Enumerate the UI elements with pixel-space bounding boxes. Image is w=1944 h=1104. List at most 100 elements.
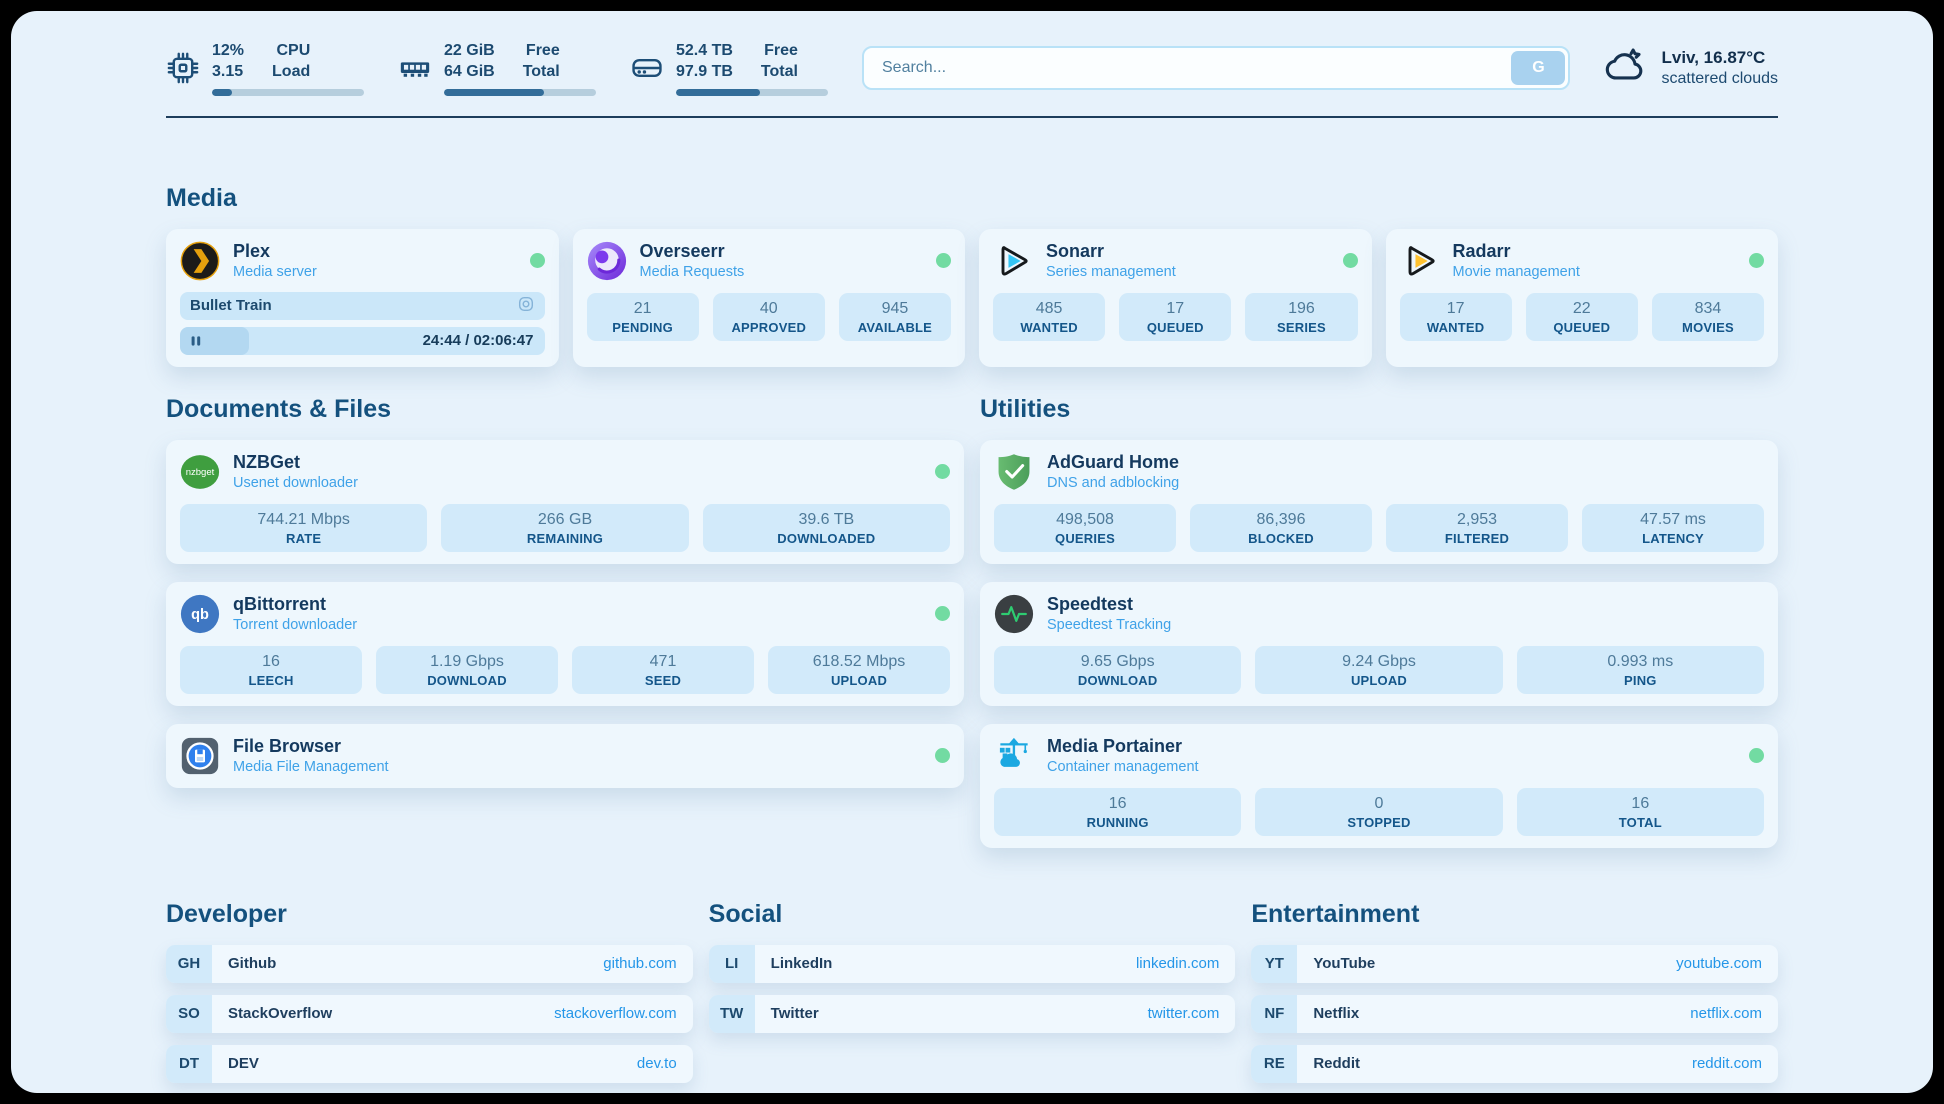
stat-label: SEED — [576, 673, 750, 688]
card-subtitle: Movie management — [1453, 264, 1580, 280]
link-linkedin[interactable]: LI LinkedIn linkedin.com — [709, 945, 1236, 983]
link-name: StackOverflow — [228, 1005, 332, 1022]
header-divider — [166, 116, 1778, 118]
cloud-icon — [1604, 44, 1648, 93]
stat-value: 16 — [998, 795, 1237, 813]
now-playing-bar[interactable]: Bullet Train — [180, 292, 545, 320]
stat-value: 47.57 ms — [1586, 511, 1760, 529]
memory-progress-bar — [444, 89, 596, 96]
stat-label: DOWNLOADED — [707, 531, 946, 546]
link-netflix[interactable]: NF Netflix netflix.com — [1251, 995, 1778, 1033]
stat-download: 1.19 Gbps DOWNLOAD — [376, 646, 558, 694]
card-title: NZBGet — [233, 452, 358, 473]
card-title: Media Portainer — [1047, 736, 1199, 757]
stat-value: 16 — [184, 653, 358, 671]
card-title: Overseerr — [640, 241, 745, 262]
disk-icon — [630, 51, 664, 85]
card-title: Radarr — [1453, 241, 1580, 262]
card-adguard[interactable]: AdGuard Home DNS and adblocking 498,508 … — [980, 440, 1778, 564]
filebrowser-icon — [180, 736, 220, 776]
card-title: Speedtest — [1047, 594, 1171, 615]
link-name: Github — [228, 955, 276, 972]
stat-filtered: 2,953 FILTERED — [1386, 504, 1568, 552]
link-abbr: DT — [166, 1045, 212, 1083]
link-dev[interactable]: DT DEV dev.to — [166, 1045, 693, 1083]
link-twitter[interactable]: TW Twitter twitter.com — [709, 995, 1236, 1033]
link-url: reddit.com — [1692, 1055, 1762, 1072]
disk-label-1: Free — [761, 41, 798, 62]
link-github[interactable]: GH Github github.com — [166, 945, 693, 983]
link-abbr: RE — [1251, 1045, 1297, 1083]
cpu-stat: 12%3.15 CPULoad — [166, 41, 364, 96]
stat-blocked: 86,396 BLOCKED — [1190, 504, 1372, 552]
weather-widget[interactable]: Lviv, 16.87°C scattered clouds — [1604, 44, 1778, 93]
card-filebrowser[interactable]: File Browser Media File Management — [166, 724, 964, 788]
card-subtitle: Torrent downloader — [233, 617, 357, 633]
link-name: DEV — [228, 1055, 259, 1072]
link-stackoverflow[interactable]: SO StackOverflow stackoverflow.com — [166, 995, 693, 1033]
card-subtitle: Series management — [1046, 264, 1176, 280]
section-title-documents: Documents & Files — [166, 395, 964, 424]
pause-icon[interactable] — [189, 334, 203, 348]
memory-label-1: Free — [523, 41, 560, 62]
card-radarr[interactable]: Radarr Movie management 17 WANTED 22 QUE… — [1386, 229, 1779, 367]
stat-label: REMAINING — [445, 531, 684, 546]
radarr-icon — [1400, 241, 1440, 281]
adguard-icon — [994, 452, 1034, 492]
stat-queued: 17 QUEUED — [1119, 293, 1231, 341]
stat-rate: 744.21 Mbps RATE — [180, 504, 427, 552]
speedtest-icon — [994, 594, 1034, 634]
section-title-utilities: Utilities — [980, 395, 1778, 424]
status-dot — [1343, 253, 1358, 268]
link-name: LinkedIn — [771, 955, 833, 972]
stat-series: 196 SERIES — [1245, 293, 1357, 341]
stat-label: BLOCKED — [1194, 531, 1368, 546]
cpu-icon — [166, 51, 200, 85]
playback-time: 24:44 / 02:06:47 — [423, 332, 534, 349]
playback-progress[interactable]: 24:44 / 02:06:47 — [180, 327, 545, 355]
card-title: Plex — [233, 241, 317, 262]
link-abbr: TW — [709, 995, 755, 1033]
stat-value: 0 — [1259, 795, 1498, 813]
stat-label: RATE — [184, 531, 423, 546]
status-dot — [1749, 253, 1764, 268]
stat-wanted: 17 WANTED — [1400, 293, 1512, 341]
cpu-label-2: Load — [272, 62, 310, 83]
session-icon[interactable] — [517, 295, 535, 317]
stat-value: 86,396 — [1194, 511, 1368, 529]
link-abbr: LI — [709, 945, 755, 983]
stat-value: 2,953 — [1390, 511, 1564, 529]
stat-label: DOWNLOAD — [380, 673, 554, 688]
stat-label: PING — [1521, 673, 1760, 688]
link-abbr: YT — [1251, 945, 1297, 983]
search-input[interactable] — [862, 46, 1570, 90]
link-youtube[interactable]: YT YouTube youtube.com — [1251, 945, 1778, 983]
link-name: Twitter — [771, 1005, 819, 1022]
card-portainer[interactable]: Media Portainer Container management 16 … — [980, 724, 1778, 848]
stat-label: UPLOAD — [772, 673, 946, 688]
card-plex[interactable]: Plex Media server Bullet Train 24:44 — [166, 229, 559, 367]
stat-upload: 9.24 Gbps UPLOAD — [1255, 646, 1502, 694]
section-title-developer: Developer — [166, 900, 693, 929]
card-subtitle: Speedtest Tracking — [1047, 617, 1171, 633]
link-url: twitter.com — [1148, 1005, 1220, 1022]
link-url: youtube.com — [1676, 955, 1762, 972]
card-qbittorrent[interactable]: qb qBittorrent Torrent downloader 16 LEE… — [166, 582, 964, 706]
search-engine-button[interactable]: G — [1511, 51, 1565, 85]
status-dot — [530, 253, 545, 268]
stat-upload: 618.52 Mbps UPLOAD — [768, 646, 950, 694]
status-dot — [935, 748, 950, 763]
link-reddit[interactable]: RE Reddit reddit.com — [1251, 1045, 1778, 1083]
stat-value: 1.19 Gbps — [380, 653, 554, 671]
stat-label: QUERIES — [998, 531, 1172, 546]
link-name: Reddit — [1313, 1055, 1360, 1072]
card-nzbget[interactable]: nzbget NZBGet Usenet downloader 744.21 M… — [166, 440, 964, 564]
memory-icon — [398, 51, 432, 85]
now-playing-title: Bullet Train — [190, 297, 272, 314]
section-title-social: Social — [709, 900, 1236, 929]
stat-value: 40 — [717, 300, 821, 318]
card-sonarr[interactable]: Sonarr Series management 485 WANTED 17 Q… — [979, 229, 1372, 367]
card-speedtest[interactable]: Speedtest Speedtest Tracking 9.65 Gbps D… — [980, 582, 1778, 706]
stat-label: WANTED — [1404, 320, 1508, 335]
card-overseerr[interactable]: Overseerr Media Requests 21 PENDING 40 A… — [573, 229, 966, 367]
